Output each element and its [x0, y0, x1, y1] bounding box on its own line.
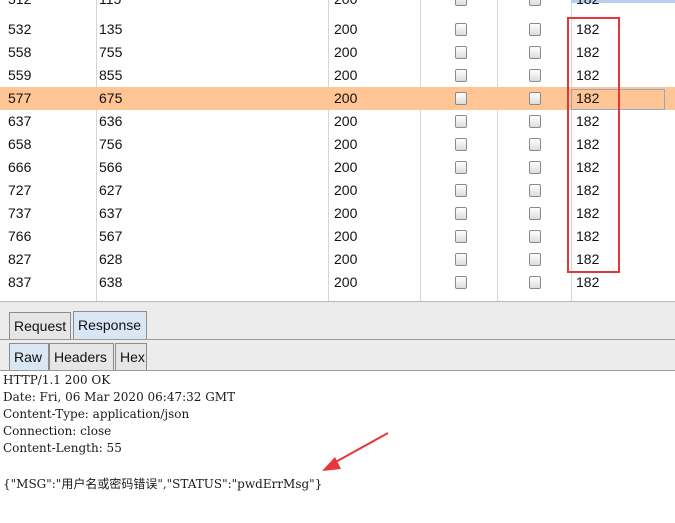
request-id: 827	[8, 251, 32, 267]
status-code: 200	[334, 0, 357, 11]
tab-headers[interactable]: Headers	[49, 343, 114, 370]
timeout-checkbox[interactable]	[529, 115, 541, 128]
request-id: 658	[8, 136, 32, 152]
request-id: 637	[8, 113, 32, 129]
timeout-checkbox[interactable]	[529, 69, 541, 82]
error-checkbox[interactable]	[455, 161, 467, 174]
timeout-checkbox[interactable]	[529, 253, 541, 266]
tab-request[interactable]: Request	[9, 312, 71, 339]
status-code: 200	[334, 136, 358, 152]
payload: 637	[99, 205, 123, 221]
status-code: 200	[334, 159, 358, 175]
message-tabbar: Request Response	[0, 302, 675, 340]
status-code: 200	[334, 113, 358, 129]
response-length: 182	[576, 0, 599, 11]
payload: 627	[99, 182, 123, 198]
results-table[interactable]: 512 115 200 182 532 135 200 182 558 755 …	[0, 0, 675, 302]
status-code: 200	[334, 182, 358, 198]
timeout-checkbox[interactable]	[529, 92, 541, 105]
payload: 115	[99, 0, 121, 11]
status-code: 200	[334, 90, 358, 106]
annotation-arrow	[322, 432, 389, 471]
timeout-checkbox[interactable]	[529, 207, 541, 220]
status-code: 200	[334, 274, 358, 290]
payload: 638	[99, 274, 123, 290]
request-id: 532	[8, 21, 32, 37]
view-tabbar: Raw Headers Hex	[0, 340, 675, 371]
tab-raw[interactable]: Raw	[9, 343, 49, 370]
request-id: 766	[8, 228, 32, 244]
error-checkbox[interactable]	[455, 0, 467, 6]
tab-hex[interactable]: Hex	[115, 343, 147, 370]
payload: 628	[99, 251, 123, 267]
request-id: 837	[8, 274, 32, 290]
timeout-checkbox[interactable]	[529, 46, 541, 59]
payload: 675	[99, 90, 123, 106]
error-checkbox[interactable]	[455, 138, 467, 151]
request-id: 577	[8, 90, 32, 106]
status-code: 200	[334, 228, 358, 244]
timeout-checkbox[interactable]	[529, 161, 541, 174]
error-checkbox[interactable]	[455, 115, 467, 128]
status-code: 200	[334, 251, 358, 267]
timeout-checkbox[interactable]	[529, 230, 541, 243]
error-checkbox[interactable]	[455, 46, 467, 59]
payload: 566	[99, 159, 123, 175]
table-row[interactable]: 512 115 200 182	[0, 0, 675, 11]
timeout-checkbox[interactable]	[529, 276, 541, 289]
status-code: 200	[334, 21, 358, 37]
error-checkbox[interactable]	[455, 230, 467, 243]
error-checkbox[interactable]	[455, 184, 467, 197]
timeout-checkbox[interactable]	[529, 0, 541, 6]
error-checkbox[interactable]	[455, 207, 467, 220]
timeout-checkbox[interactable]	[529, 184, 541, 197]
error-checkbox[interactable]	[455, 276, 467, 289]
payload: 755	[99, 44, 123, 60]
payload: 135	[99, 21, 123, 37]
request-id: 737	[8, 205, 32, 221]
tab-response[interactable]: Response	[73, 311, 147, 339]
timeout-checkbox[interactable]	[529, 23, 541, 36]
raw-response-editor[interactable]: HTTP/1.1 200 OK Date: Fri, 06 Mar 2020 0…	[0, 371, 675, 523]
payload: 855	[99, 67, 123, 83]
error-checkbox[interactable]	[455, 69, 467, 82]
error-checkbox[interactable]	[455, 92, 467, 105]
request-id: 512	[8, 0, 31, 11]
request-id: 559	[8, 67, 32, 83]
request-id: 558	[8, 44, 32, 60]
error-checkbox[interactable]	[455, 253, 467, 266]
response-length: 182	[576, 274, 600, 290]
request-id: 727	[8, 182, 32, 198]
error-checkbox[interactable]	[455, 23, 467, 36]
table-row[interactable]: 837 638 200 182	[0, 271, 675, 294]
timeout-checkbox[interactable]	[529, 138, 541, 151]
payload: 567	[99, 228, 123, 244]
payload: 636	[99, 113, 123, 129]
length-highlight-box	[567, 17, 620, 273]
request-id: 666	[8, 159, 32, 175]
status-code: 200	[334, 44, 358, 60]
status-code: 200	[334, 67, 358, 83]
payload: 756	[99, 136, 123, 152]
status-code: 200	[334, 205, 358, 221]
